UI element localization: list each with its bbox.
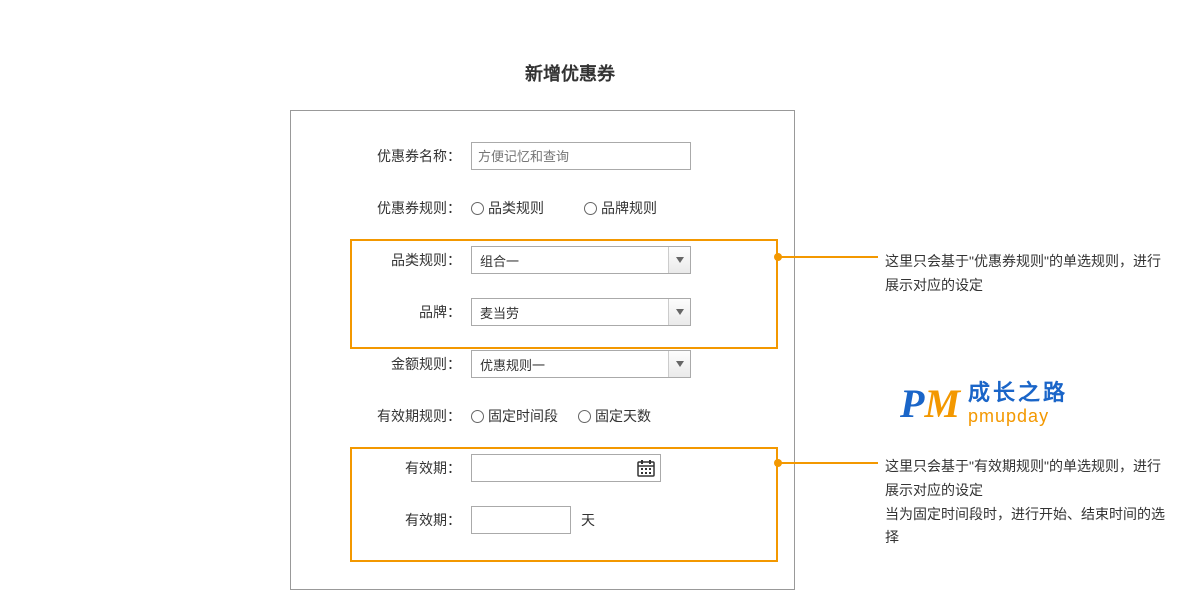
label-validity-days: 有效期： xyxy=(311,510,471,530)
radio-category-rule[interactable]: 品类规则 xyxy=(471,198,544,218)
unit-label: 天 xyxy=(581,510,595,530)
chevron-down-icon xyxy=(668,299,690,325)
row-amount-rule: 金额规则： 优惠规则一 xyxy=(311,349,774,379)
radio-label: 固定天数 xyxy=(595,406,651,426)
radio-icon xyxy=(584,202,597,215)
radio-icon xyxy=(471,410,484,423)
row-validity-days: 有效期： 天 xyxy=(311,505,774,535)
radio-icon xyxy=(471,202,484,215)
radio-icon xyxy=(578,410,591,423)
radio-label: 固定时间段 xyxy=(488,406,558,426)
label-category-rule: 品类规则： xyxy=(311,250,471,270)
logo-m: M xyxy=(924,381,960,426)
annotation-2: 这里只会基于"有效期规则"的单选规则，进行展示对应的设定 当为固定时间段时，进行… xyxy=(885,455,1165,550)
row-validity-rule: 有效期规则： 固定时间段 固定天数 xyxy=(311,401,774,431)
form-panel: 优惠券名称： 优惠券规则： 品类规则 品牌规则 品类规则： 组合一 xyxy=(290,110,795,590)
row-brand: 品牌： 麦当劳 xyxy=(311,297,774,327)
row-category-rule: 品类规则： 组合一 xyxy=(311,245,774,275)
row-validity-date: 有效期： xyxy=(311,453,774,483)
label-coupon-rule: 优惠券规则： xyxy=(311,198,471,218)
annotation-1: 这里只会基于"优惠券规则"的单选规则，进行展示对应的设定 xyxy=(885,250,1165,298)
row-coupon-name: 优惠券名称： xyxy=(311,141,774,171)
brand-select[interactable]: 麦当劳 xyxy=(471,298,691,326)
select-value: 麦当劳 xyxy=(480,303,519,322)
watermark-logo: PM 成长之路 pmupday xyxy=(900,380,1068,428)
row-coupon-rule: 优惠券规则： 品类规则 品牌规则 xyxy=(311,193,774,223)
radio-brand-rule[interactable]: 品牌规则 xyxy=(584,198,657,218)
label-validity-rule: 有效期规则： xyxy=(311,406,471,426)
label-validity-date: 有效期： xyxy=(311,458,471,478)
validity-date-input[interactable] xyxy=(471,454,661,482)
calendar-icon xyxy=(636,458,656,481)
radio-label: 品牌规则 xyxy=(601,198,657,218)
amount-rule-select[interactable]: 优惠规则一 xyxy=(471,350,691,378)
label-brand: 品牌： xyxy=(311,302,471,322)
select-value: 组合一 xyxy=(480,251,519,270)
logo-p: P xyxy=(900,381,924,426)
select-value: 优惠规则一 xyxy=(480,355,545,374)
page-title: 新增优惠券 xyxy=(290,0,850,106)
chevron-down-icon xyxy=(668,351,690,377)
label-amount-rule: 金额规则： xyxy=(311,354,471,374)
radio-label: 品类规则 xyxy=(488,198,544,218)
category-rule-select[interactable]: 组合一 xyxy=(471,246,691,274)
connector-line xyxy=(778,462,878,464)
watermark-en: pmupday xyxy=(968,406,1068,428)
label-coupon-name: 优惠券名称： xyxy=(311,146,471,166)
connector-line xyxy=(778,256,878,258)
validity-days-input[interactable] xyxy=(471,506,571,534)
coupon-name-input[interactable] xyxy=(471,142,691,170)
radio-fixed-period[interactable]: 固定时间段 xyxy=(471,406,558,426)
chevron-down-icon xyxy=(668,247,690,273)
radio-fixed-days[interactable]: 固定天数 xyxy=(578,406,651,426)
watermark-cn: 成长之路 xyxy=(968,380,1068,406)
